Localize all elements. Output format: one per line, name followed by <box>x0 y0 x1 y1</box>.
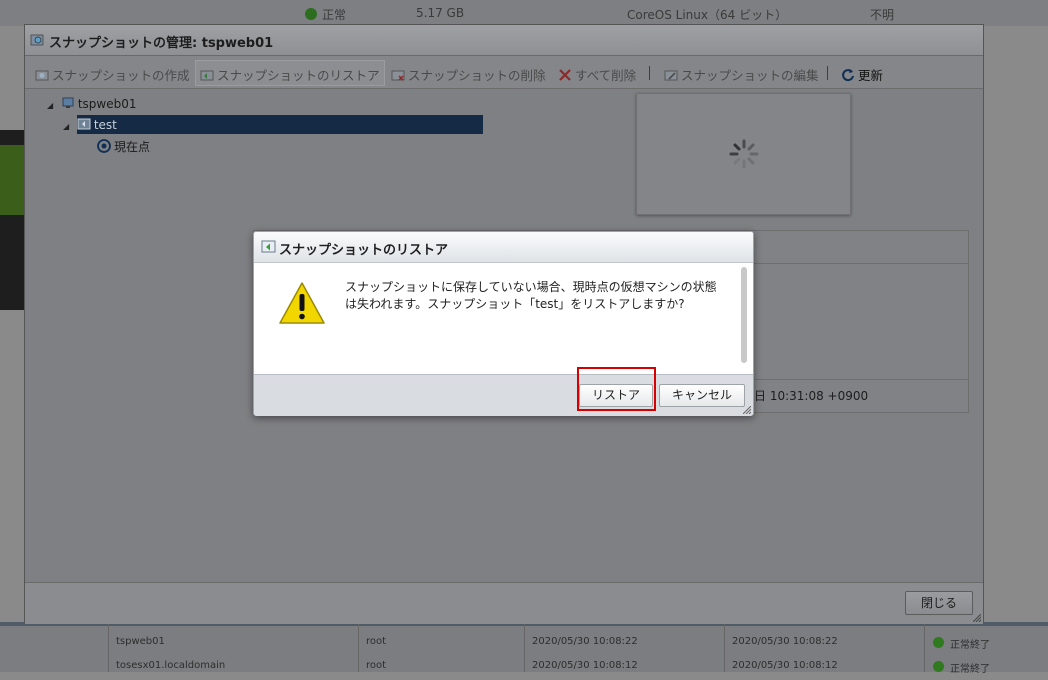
background-vm-row: 正常 5.17 GB CoreOS Linux（64 ビット） 不明 <box>0 0 1048 26</box>
refresh-icon <box>842 69 854 82</box>
toolbar-divider <box>649 66 650 80</box>
delete-snapshot-button[interactable]: スナップショットの削除 <box>391 65 546 83</box>
dialog-message-line: スナップショットに保存していない場合、現時点の仮想マシンの状態 <box>345 280 717 294</box>
dialog-message-line: は失われます。スナップショット「test」をリストアしますか? <box>345 297 685 311</box>
tree-node-snapshot-test[interactable]: ◢ test <box>63 117 117 135</box>
x-icon <box>559 69 571 81</box>
restore-icon <box>200 70 214 81</box>
task-row: tspweb01 root 2020/05/30 10:08:22 2020/0… <box>116 636 990 651</box>
refresh-button[interactable]: 更新 <box>841 65 883 83</box>
bg-status: 正常 <box>322 8 347 22</box>
camera-icon <box>35 70 49 81</box>
delete-snapshot-icon <box>391 70 405 81</box>
expand-arrow-icon: ◢ <box>63 122 70 131</box>
window-footer: 閉じる <box>25 582 983 624</box>
toolbar-divider <box>827 66 828 80</box>
restore-snapshot-button[interactable]: スナップショットのリストア <box>195 60 385 86</box>
restore-confirm-dialog: スナップショットのリストア スナップショットに保存していない場合、現時点の仮想マ… <box>253 231 754 416</box>
tree-selection-highlight <box>77 115 483 134</box>
bg-state: 不明 <box>870 8 895 22</box>
dialog-titlebar: スナップショットのリストア <box>254 232 753 263</box>
resize-grip-icon[interactable] <box>743 406 751 414</box>
restore-snapshot-icon <box>261 240 276 253</box>
background-task-list: tspweb01 root 2020/05/30 10:08:22 2020/0… <box>0 622 1048 675</box>
edit-snapshot-button[interactable]: スナップショットの編集 <box>664 65 819 83</box>
snapshot-icon <box>77 118 91 130</box>
expand-arrow-icon: ◢ <box>47 101 54 110</box>
snapshot-preview <box>636 93 851 215</box>
window-titlebar: スナップショットの管理: tspweb01 <box>25 25 983 56</box>
close-button[interactable]: 閉じる <box>905 591 973 615</box>
dialog-scrollbar[interactable] <box>741 267 747 363</box>
dialog-footer: リストア キャンセル <box>254 374 753 416</box>
dialog-message: スナップショットに保存していない場合、現時点の仮想マシンの状態 は失われます。ス… <box>345 279 725 313</box>
restore-button-highlight-box <box>577 367 656 411</box>
background-console-thumbnail <box>0 130 24 310</box>
tree-node-current-state[interactable]: 現在点 <box>97 138 150 156</box>
delete-all-button[interactable]: すべて削除 <box>558 65 636 83</box>
dialog-body: スナップショットに保存していない場合、現時点の仮想マシンの状態 は失われます。ス… <box>254 263 753 374</box>
status-ok-icon <box>305 8 317 20</box>
dialog-title: スナップショットのリストア <box>279 243 449 258</box>
success-icon <box>933 661 944 672</box>
snapshot-icon <box>30 34 44 46</box>
snapshot-toolbar: スナップショットの作成 スナップショットのリストア スナップショットの削除 すべ… <box>25 56 983 89</box>
snapshot-created-date: 日 10:31:08 +0900 <box>754 389 869 403</box>
cancel-button[interactable]: キャンセル <box>659 384 745 407</box>
edit-snapshot-icon <box>664 70 678 81</box>
take-snapshot-button[interactable]: スナップショットの作成 <box>35 65 190 83</box>
bg-os: CoreOS Linux（64 ビット） <box>627 8 788 22</box>
loading-spinner-icon <box>729 139 759 169</box>
vm-icon <box>62 97 74 108</box>
window-title: スナップショットの管理: tspweb01 <box>49 36 274 51</box>
resize-grip-icon[interactable] <box>973 614 981 622</box>
success-icon <box>933 637 944 648</box>
bg-memory: 5.17 GB <box>416 6 465 20</box>
tree-node-vm[interactable]: ◢ tspweb01 <box>47 96 137 114</box>
task-row: tosesx01.localdomain root 2020/05/30 10:… <box>116 660 990 675</box>
warning-icon <box>279 282 325 324</box>
you-are-here-icon <box>97 139 111 153</box>
